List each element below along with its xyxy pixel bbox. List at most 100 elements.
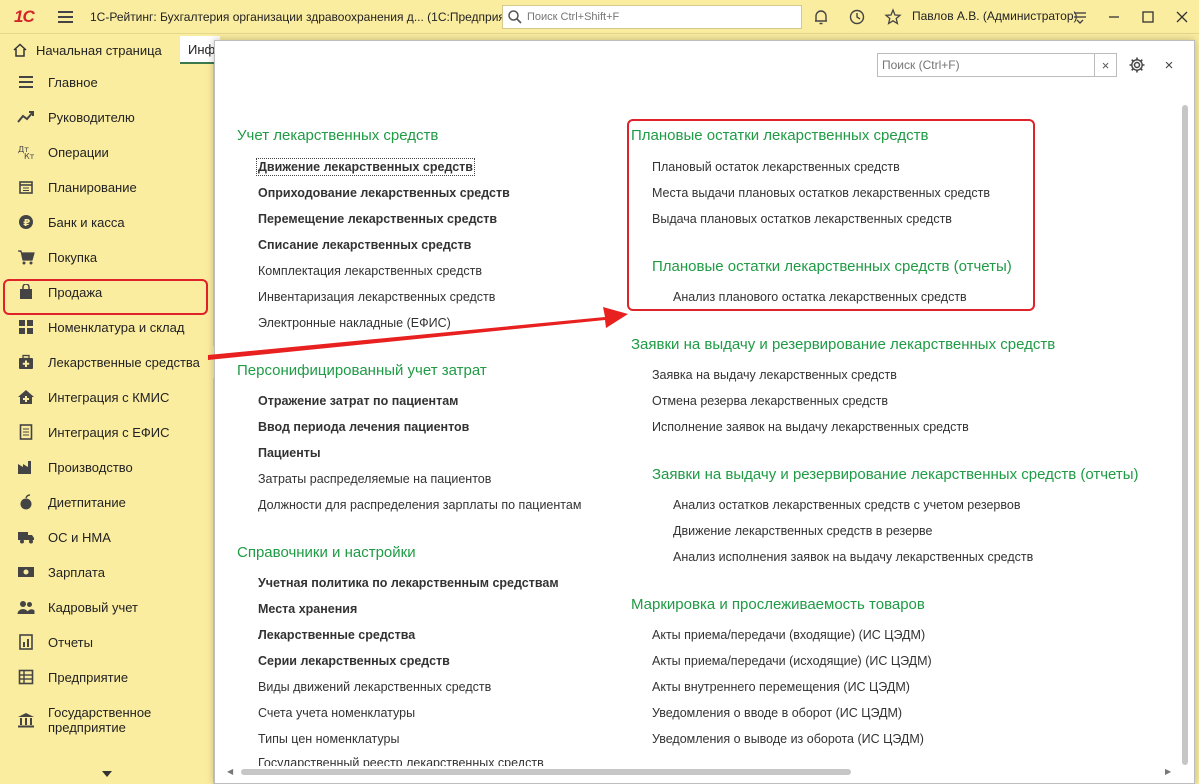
link-item[interactable]: Акты внутреннего перемещения (ИС ЦЭДМ) (652, 680, 910, 694)
sidebar-item-nomenclature[interactable]: Номенклатура и склад (0, 311, 214, 343)
panel-search[interactable]: × (877, 53, 1117, 77)
sidebar-item-reports[interactable]: Отчеты (0, 626, 214, 658)
link-item[interactable]: Акты приема/передачи (исходящие) (ИС ЦЭД… (652, 654, 932, 668)
link-item[interactable]: Серии лекарственных средств (258, 654, 450, 668)
close-window-icon[interactable] (1165, 0, 1199, 34)
sidebar-item-enterprise[interactable]: Предприятие (0, 661, 214, 693)
link-item[interactable]: Акты приема/передачи (входящие) (ИС ЦЭДМ… (652, 628, 925, 642)
sidebar-item-label: Покупка (48, 249, 98, 265)
link-item[interactable]: Должности для распределения зарплаты по … (258, 498, 581, 512)
link-item[interactable]: Перемещение лекарственных средств (258, 212, 497, 226)
section-title: Маркировка и прослеживаемость товаров (631, 596, 925, 613)
link-item[interactable]: Места хранения (258, 602, 357, 616)
global-search-input[interactable] (527, 11, 797, 23)
link-item[interactable]: Комплектация лекарственных средств (258, 264, 482, 278)
star-icon[interactable] (882, 6, 904, 28)
sidebar-item-medicines[interactable]: Лекарственные средства (0, 346, 214, 378)
bell-icon[interactable] (810, 6, 832, 28)
sidebar-item-state-enterprise[interactable]: Государственное предприятие (0, 700, 214, 740)
sidebar-item-label: Предприятие (48, 669, 129, 685)
link-item[interactable]: Места выдачи плановых остатков лекарстве… (652, 186, 990, 200)
link-item[interactable]: Счета учета номенклатуры (258, 706, 415, 720)
close-panel-icon[interactable]: × (1159, 55, 1179, 75)
app-logo: 1С (14, 6, 35, 26)
scroll-right-icon[interactable]: ▶ (1165, 767, 1171, 776)
link-item[interactable]: Движение лекарственных средств (256, 158, 475, 176)
sidebar-item-hr[interactable]: Кадровый учет (0, 591, 214, 623)
sidebar-item-purchase[interactable]: Покупка (0, 241, 214, 273)
coin-icon: ₽ (16, 212, 36, 232)
sidebar-item-diet[interactable]: Диетпитание (0, 486, 214, 518)
link-item[interactable]: Виды движений лекарственных средств (258, 680, 491, 694)
sidebar-item-salary[interactable]: Зарплата (0, 556, 214, 588)
link-item[interactable]: Учетная политика по лекарственным средст… (258, 576, 559, 590)
current-user[interactable]: Павлов А.В. (Администратор) (912, 9, 1078, 23)
horizontal-scrollbar[interactable]: ◀ ▶ (225, 767, 1175, 777)
sidebar-item-label: ОС и НМА (48, 529, 111, 545)
dt-kt-icon: Дт Кт (16, 142, 36, 162)
link-item[interactable]: Государственный реестр лекарственных сре… (258, 756, 544, 766)
link-item[interactable]: Отражение затрат по пациентам (258, 394, 458, 408)
section-title: Персонифицированный учет затрат (237, 362, 487, 379)
sidebar-item-main[interactable]: Главное (0, 66, 214, 98)
link-item[interactable]: Лекарственные средства (258, 628, 415, 642)
vertical-scroll-thumb[interactable] (1182, 105, 1188, 765)
sidebar-item-bank[interactable]: ₽ Банк и касса (0, 206, 214, 238)
sidebar-item-production[interactable]: Производство (0, 451, 214, 483)
clear-search-icon[interactable]: × (1094, 54, 1116, 76)
sidebar-item-label: Интеграция с ЕФИС (48, 424, 170, 440)
link-item[interactable]: Исполнение заявок на выдачу лекарственны… (652, 420, 969, 434)
link-item[interactable]: Движение лекарственных средств в резерве (673, 524, 933, 538)
sidebar-item-fixed-assets[interactable]: ОС и НМА (0, 521, 214, 553)
scroll-left-icon[interactable]: ◀ (227, 767, 233, 776)
link-item[interactable]: Анализ остатков лекарственных средств с … (673, 498, 1020, 512)
sidebar-item-planning[interactable]: Планирование (0, 171, 214, 203)
cart-icon (16, 247, 36, 267)
link-item[interactable]: Списание лекарственных средств (258, 238, 471, 252)
sidebar-item-kmis[interactable]: Интеграция с КМИС (0, 381, 214, 413)
vertical-scrollbar[interactable] (1180, 97, 1190, 777)
sidebar-item-label: Производство (48, 459, 133, 475)
link-item[interactable]: Отмена резерва лекарственных средств (652, 394, 888, 408)
history-icon[interactable] (846, 6, 868, 28)
sidebar-item-label: Главное (48, 74, 98, 90)
tab-home[interactable]: Начальная страница (0, 36, 175, 64)
sidebar-scroll-down-icon[interactable] (0, 764, 214, 784)
link-item[interactable]: Оприходование лекарственных средств (258, 186, 510, 200)
link-item[interactable]: Анализ планового остатка лекарственных с… (673, 290, 967, 304)
link-item[interactable]: Уведомления о выводе из оборота (ИС ЦЭДМ… (652, 732, 924, 746)
sidebar-item-label: Государственное предприятие (48, 705, 152, 735)
sidebar-item-label: Операции (48, 144, 109, 160)
link-item[interactable]: Анализ исполнения заявок на выдачу лекар… (673, 550, 1033, 564)
sidebar-item-operations[interactable]: Дт Кт Операции (0, 136, 214, 168)
link-item[interactable]: Электронные накладные (ЕФИС) (258, 316, 451, 330)
link-item[interactable]: Ввод периода лечения пациентов (258, 420, 469, 434)
global-search[interactable] (502, 5, 802, 29)
link-item[interactable]: Пациенты (258, 446, 321, 460)
gear-icon[interactable] (1127, 55, 1147, 75)
apple-icon (16, 492, 36, 512)
link-item[interactable]: Уведомления о вводе в оборот (ИС ЦЭДМ) (652, 706, 902, 720)
main-menu-button[interactable] (58, 7, 78, 27)
maximize-icon[interactable] (1131, 0, 1165, 34)
home-icon (13, 43, 27, 57)
sidebar-item-director[interactable]: Руководителю (0, 101, 214, 133)
minimize-icon[interactable] (1097, 0, 1131, 34)
panel-search-input[interactable] (878, 54, 1094, 76)
link-item[interactable]: Выдача плановых остатков лекарственных с… (652, 212, 952, 226)
horizontal-scroll-thumb[interactable] (241, 769, 851, 775)
sidebar-item-label: Банк и касса (48, 214, 125, 230)
factory-icon (16, 457, 36, 477)
sections-sidebar: Главное Руководителю Дт Кт Операции Плани… (0, 64, 214, 784)
sidebar-item-label: Зарплата (48, 564, 105, 580)
link-item[interactable]: Типы цен номенклатуры (258, 732, 399, 746)
report-icon (16, 632, 36, 652)
sidebar-item-efis[interactable]: Интеграция с ЕФИС (0, 416, 214, 448)
link-item[interactable]: Плановый остаток лекарственных средств (652, 160, 900, 174)
sidebar-item-sales[interactable]: Продажа (0, 276, 214, 308)
settings-menu-icon[interactable] (1063, 0, 1097, 34)
link-item[interactable]: Инвентаризация лекарственных средств (258, 290, 495, 304)
government-icon (16, 710, 36, 730)
link-item[interactable]: Заявка на выдачу лекарственных средств (652, 368, 897, 382)
link-item[interactable]: Затраты распределяемые на пациентов (258, 472, 491, 486)
